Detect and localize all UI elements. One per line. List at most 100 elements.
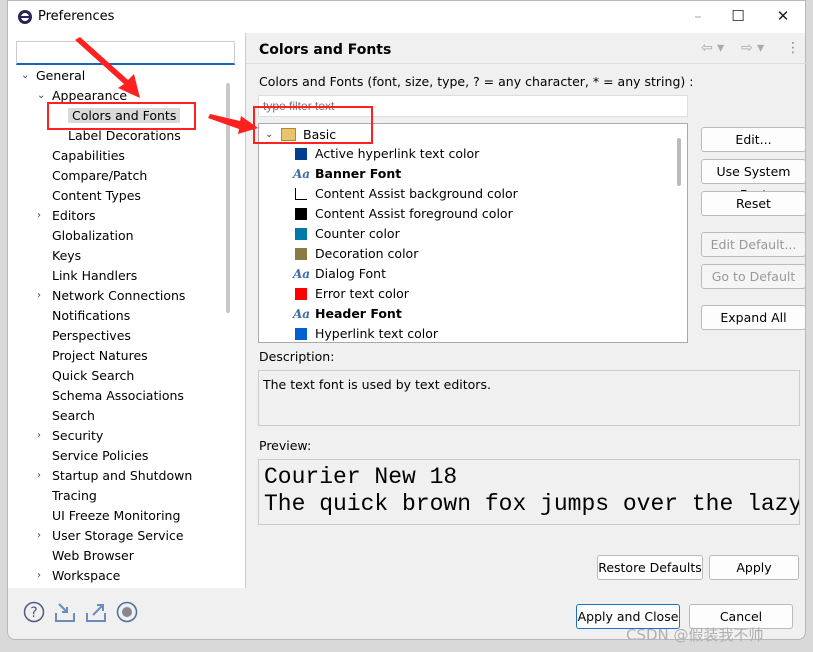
- tree-item[interactable]: Perspectives: [52, 326, 131, 346]
- color-font-entry[interactable]: Aa Banner Font: [293, 164, 402, 184]
- font-icon: Aa: [293, 307, 311, 321]
- tree-item[interactable]: Capabilities: [52, 146, 125, 166]
- chevron-right-icon[interactable]: ›: [37, 206, 47, 226]
- tree-item-label: Workspace: [52, 568, 121, 583]
- chevron-right-icon[interactable]: ›: [37, 426, 47, 446]
- go-to-default-button[interactable]: Go to Default: [701, 264, 806, 289]
- tree-item[interactable]: Link Handlers: [52, 266, 137, 286]
- filter-label: Colors and Fonts (font, size, type, ? = …: [259, 74, 694, 89]
- color-font-entry[interactable]: Decoration color: [295, 244, 418, 264]
- tree-item-label: Web Browser: [52, 548, 134, 563]
- tree-item[interactable]: Compare/Patch: [52, 166, 147, 186]
- chevron-right-icon[interactable]: ›: [37, 286, 47, 306]
- export-icon[interactable]: [85, 601, 107, 623]
- tree-item[interactable]: Search: [52, 406, 95, 426]
- tree-item-label: Label Decorations: [68, 128, 181, 143]
- entry-label: Decoration color: [315, 246, 419, 261]
- minimize-button[interactable]: –: [678, 5, 718, 27]
- expand-all-button[interactable]: Expand All: [701, 305, 806, 330]
- title-bar: Preferences – ☐ ✕: [8, 1, 805, 33]
- tree-filter-input[interactable]: [16, 41, 235, 65]
- color-font-entry[interactable]: Error text color: [295, 284, 409, 304]
- record-icon[interactable]: [116, 601, 138, 623]
- help-icon[interactable]: ?: [23, 601, 45, 623]
- tree-item[interactable]: Service Policies: [52, 446, 148, 466]
- tree-item-label: Editors: [52, 208, 96, 223]
- tree-item-label: Keys: [52, 248, 82, 263]
- back-icon[interactable]: ⇦ ▾: [701, 40, 724, 56]
- tree-item-label: Globalization: [52, 228, 134, 243]
- tree-item-label: Security: [52, 428, 104, 443]
- tree-item[interactable]: › Network Connections: [37, 286, 185, 306]
- tree-item-label: Quick Search: [52, 368, 135, 383]
- entry-label: Content Assist foreground color: [315, 206, 513, 221]
- font-icon: Aa: [293, 267, 311, 281]
- tree-item-label: Tracing: [52, 488, 97, 503]
- chevron-down-icon[interactable]: ⌄: [21, 66, 31, 86]
- entry-label: Hyperlink text color: [315, 326, 439, 341]
- color-font-entry[interactable]: Content Assist background color: [295, 184, 518, 204]
- entry-label: Header Font: [315, 306, 402, 321]
- restore-defaults-button[interactable]: Restore Defaults: [597, 555, 703, 580]
- entry-label: Dialog Font: [315, 266, 387, 281]
- maximize-button[interactable]: ☐: [718, 5, 758, 27]
- tree-item[interactable]: Tracing: [52, 486, 97, 506]
- edit-button[interactable]: Edit...: [701, 127, 806, 152]
- description-label: Description:: [259, 349, 335, 364]
- tree-item[interactable]: Schema Associations: [52, 386, 184, 406]
- tree-item-label: User Storage Service: [52, 528, 184, 543]
- color-font-entry[interactable]: Content Assist foreground color: [295, 204, 513, 224]
- tree-item-label: Link Handlers: [52, 268, 138, 283]
- tree-item-label: Project Natures: [52, 348, 148, 363]
- entry-label: Counter color: [315, 226, 400, 241]
- chevron-right-icon[interactable]: ›: [37, 526, 47, 546]
- tree-item-label: Capabilities: [52, 148, 125, 163]
- tree-item[interactable]: Content Types: [52, 186, 141, 206]
- entry-label: Banner Font: [315, 166, 402, 181]
- tree-item[interactable]: › User Storage Service: [37, 526, 184, 546]
- use-system-font-button[interactable]: Use System Font: [701, 159, 806, 202]
- chevron-right-icon[interactable]: ›: [37, 466, 47, 486]
- forward-icon[interactable]: ⇨ ▾: [741, 40, 764, 56]
- close-button[interactable]: ✕: [763, 5, 803, 27]
- header-divider: [246, 63, 806, 64]
- page-title: Colors and Fonts: [259, 42, 392, 58]
- tree-item[interactable]: › Workspace: [37, 566, 121, 586]
- tree-item[interactable]: Notifications: [52, 306, 130, 326]
- tree-item[interactable]: UI Freeze Monitoring: [52, 506, 180, 526]
- color-swatch-icon: [295, 248, 307, 260]
- color-font-entry[interactable]: Active hyperlink text color: [295, 144, 479, 164]
- tree-item-label: General: [36, 68, 86, 83]
- chevron-right-icon[interactable]: ›: [37, 566, 47, 586]
- color-font-entry[interactable]: Counter color: [295, 224, 400, 244]
- tree-scrollbar[interactable]: [226, 83, 230, 313]
- tree-item-label: Perspectives: [52, 328, 131, 343]
- tree-item-label: Startup and Shutdown: [52, 468, 193, 483]
- color-swatch-icon: [295, 148, 307, 160]
- tree-item[interactable]: › Editors: [37, 206, 96, 226]
- tree-item-label: Schema Associations: [52, 388, 184, 403]
- tree-item[interactable]: › Security: [37, 426, 104, 446]
- chevron-down-icon[interactable]: ⌄: [37, 86, 47, 106]
- import-icon[interactable]: [54, 601, 76, 623]
- tree-item[interactable]: Web Browser: [52, 546, 134, 566]
- tree-item[interactable]: ⌄ General: [21, 66, 86, 86]
- more-menu-icon[interactable]: ⋮: [786, 40, 800, 56]
- reset-button[interactable]: Reset: [701, 191, 806, 216]
- edit-default-button[interactable]: Edit Default...: [701, 232, 806, 257]
- apply-button[interactable]: Apply: [709, 555, 799, 580]
- description-box: The text font is used by text editors.: [258, 370, 800, 426]
- tree-item[interactable]: Globalization: [52, 226, 134, 246]
- tree-item[interactable]: Quick Search: [52, 366, 134, 386]
- tree-item[interactable]: › Startup and Shutdown: [37, 466, 193, 486]
- tree-item[interactable]: Keys: [52, 246, 81, 266]
- color-font-entry[interactable]: Aa Dialog Font: [293, 264, 387, 284]
- color-font-entry[interactable]: Hyperlink text color: [295, 324, 439, 342]
- tree-item-label: Service Policies: [52, 448, 149, 463]
- tree-item-label: Content Types: [52, 188, 141, 203]
- color-font-entry[interactable]: Aa Header Font: [293, 304, 402, 324]
- list-scrollbar[interactable]: [677, 138, 681, 186]
- tree-item[interactable]: Project Natures: [52, 346, 148, 366]
- tree-item-label: Compare/Patch: [52, 168, 148, 183]
- preview-line-2: The quick brown fox jumps over the lazy …: [264, 491, 800, 517]
